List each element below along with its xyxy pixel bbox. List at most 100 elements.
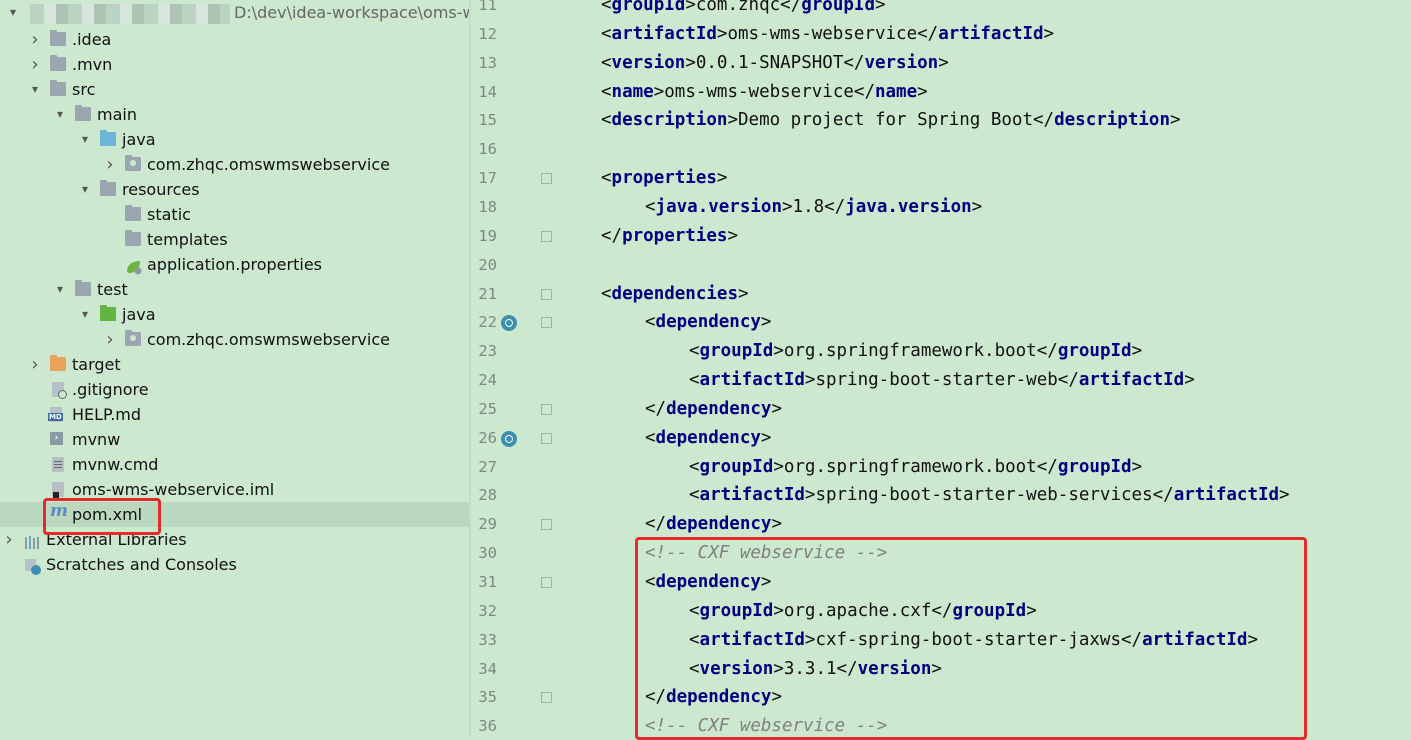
line-number: 33 <box>478 630 497 649</box>
code-line[interactable]: 15 <description>Demo project for Spring B… <box>471 106 1411 135</box>
dependency-gutter-icon[interactable] <box>501 315 517 332</box>
line-number: 12 <box>478 24 497 43</box>
line-number: 29 <box>478 515 497 534</box>
xml-tag-name: artifactId <box>699 485 805 506</box>
code-line[interactable]: 22 <dependency> <box>471 308 1411 337</box>
folder-icon <box>75 280 91 296</box>
chevron-down-icon[interactable]: ▾ <box>53 277 67 302</box>
xml-bracket: </ <box>1152 485 1174 506</box>
fold-marker-icon[interactable] <box>541 403 552 415</box>
code-text: <groupId>org.springframework.boot</group… <box>689 453 1142 482</box>
code-line[interactable]: 27 <groupId>org.springframework.boot</gro… <box>471 453 1411 482</box>
code-line[interactable]: 18 <java.version>1.8</java.version> <box>471 193 1411 222</box>
tree-item-java[interactable]: ▾ java <box>0 302 469 327</box>
tree-item-mvn[interactable]: › .mvn <box>0 52 469 77</box>
code-line[interactable]: 13 <version>0.0.1-SNAPSHOT</version> <box>471 49 1411 78</box>
xml-bracket: < <box>601 52 612 73</box>
tree-item-help-md[interactable]: MD HELP.md <box>0 402 469 427</box>
chevron-down-icon[interactable]: ▾ <box>78 127 92 152</box>
code-line[interactable]: 14 <name>oms-wms-webservice</name> <box>471 78 1411 107</box>
code-line[interactable]: 26 <dependency> <box>471 424 1411 453</box>
chevron-right-icon[interactable]: › <box>103 152 117 177</box>
tree-item-static[interactable]: static <box>0 202 469 227</box>
xml-bracket: > <box>1279 485 1290 506</box>
line-number: 13 <box>478 53 497 72</box>
tree-item-main[interactable]: ▾ main <box>0 102 469 127</box>
tree-item-label: .idea <box>72 30 112 49</box>
fold-marker-icon[interactable] <box>541 577 552 588</box>
tree-item-src[interactable]: ▾ src <box>0 77 469 102</box>
xml-tag-name: groupId <box>611 0 686 15</box>
chevron-right-icon[interactable]: › <box>28 27 42 52</box>
dependency-gutter-icon[interactable] <box>501 430 517 447</box>
code-line[interactable]: 12 <artifactId>oms-wms-webservice</artifa… <box>471 20 1411 49</box>
libraries-icon <box>24 532 40 549</box>
tree-item-mvnw-cmd[interactable]: mvnw.cmd <box>0 452 469 477</box>
tree-item-application-properties[interactable]: application.properties <box>0 252 469 277</box>
tree-item-resources[interactable]: ▾ resources <box>0 177 469 202</box>
code-line[interactable]: 20 <box>471 251 1411 280</box>
xml-bracket: < <box>689 485 700 506</box>
code-text: </properties> <box>601 222 738 251</box>
tree-item-label: target <box>72 355 121 374</box>
code-line[interactable]: 16 <box>471 135 1411 164</box>
xml-text: oms-wms-webservice <box>727 23 918 44</box>
fold-marker-icon[interactable] <box>541 288 552 300</box>
code-line[interactable]: 11 <groupId>com.zhqc</groupId> <box>471 0 1411 20</box>
xml-bracket: > <box>685 0 696 15</box>
tree-item-java[interactable]: ▾ java <box>0 127 469 152</box>
tree-item-target[interactable]: › target <box>0 352 469 377</box>
tree-item-label: java <box>122 305 156 324</box>
chevron-right-icon[interactable]: › <box>28 352 42 377</box>
fold-marker-icon[interactable] <box>541 692 552 704</box>
xml-tag-name: groupId <box>801 0 875 15</box>
code-line[interactable]: 28 <artifactId>spring-boot-starter-web-se… <box>471 481 1411 510</box>
chevron-right-icon[interactable]: › <box>103 327 117 352</box>
chevron-right-icon[interactable]: › <box>2 527 16 552</box>
xml-bracket: < <box>689 456 700 477</box>
tree-item-templates[interactable]: templates <box>0 227 469 252</box>
fold-marker-icon[interactable] <box>541 432 552 444</box>
xml-bracket: > <box>760 427 772 448</box>
code-text: <dependency> <box>645 308 771 337</box>
chevron-down-icon[interactable]: ▾ <box>53 102 67 127</box>
xml-tag-name: dependencies <box>611 283 738 304</box>
chevron-down-icon[interactable]: ▾ <box>78 177 92 202</box>
tree-item-scratches-and-consoles[interactable]: Scratches and Consoles <box>0 552 469 577</box>
project-root-row[interactable]: ▾ D:\dev\idea-workspace\oms-w <box>0 0 469 25</box>
chevron-down-icon[interactable]: ▾ <box>28 77 42 102</box>
chevron-down-icon[interactable]: ▾ <box>78 302 92 327</box>
code-line[interactable]: 23 <groupId>org.springframework.boot</gro… <box>471 337 1411 366</box>
code-line[interactable]: 19 </properties> <box>471 222 1411 251</box>
xml-bracket: > <box>875 0 886 15</box>
tree-item-label: HELP.md <box>72 405 142 424</box>
code-line[interactable]: 24 <artifactId>spring-boot-starter-web</a… <box>471 366 1411 395</box>
code-text: <artifactId>oms-wms-webservice</artifact… <box>601 20 1054 49</box>
fold-marker-icon[interactable] <box>541 519 552 531</box>
xml-bracket: > <box>971 196 983 217</box>
fold-marker-icon[interactable] <box>541 317 552 329</box>
code-line[interactable]: 25 </dependency> <box>471 395 1411 424</box>
xml-bracket: </ <box>780 0 802 15</box>
code-text: <dependencies> <box>601 280 749 309</box>
tree-item-com-zhqc-omswmswebservice[interactable]: › com.zhqc.omswmswebservice <box>0 327 469 352</box>
line-number: 31 <box>478 573 497 591</box>
code-line[interactable]: 21 <dependencies> <box>471 280 1411 309</box>
fold-marker-icon[interactable] <box>541 173 552 185</box>
chevron-down-icon[interactable]: ▾ <box>6 0 20 25</box>
xml-bracket: > <box>804 370 816 391</box>
tree-item-test[interactable]: ▾ test <box>0 277 469 302</box>
xml-bracket: </ <box>853 81 875 102</box>
chevron-right-icon[interactable]: › <box>28 52 42 77</box>
xml-bracket: < <box>689 341 700 362</box>
xml-tag-name: artifactId <box>1173 485 1280 506</box>
tree-item-idea[interactable]: › .idea <box>0 27 469 52</box>
xml-bracket: > <box>1131 341 1143 362</box>
tree-item-mvnw[interactable]: › mvnw <box>0 427 469 452</box>
code-line[interactable]: 17 <properties> <box>471 164 1411 193</box>
tree-item-com-zhqc-omswmswebservice[interactable]: › com.zhqc.omswmswebservice <box>0 152 469 177</box>
tree-item-gitignore[interactable]: .gitignore <box>0 377 469 402</box>
fold-marker-icon[interactable] <box>541 230 552 242</box>
tree-item-label: main <box>97 105 137 124</box>
code-line[interactable]: 29 </dependency> <box>471 510 1411 539</box>
